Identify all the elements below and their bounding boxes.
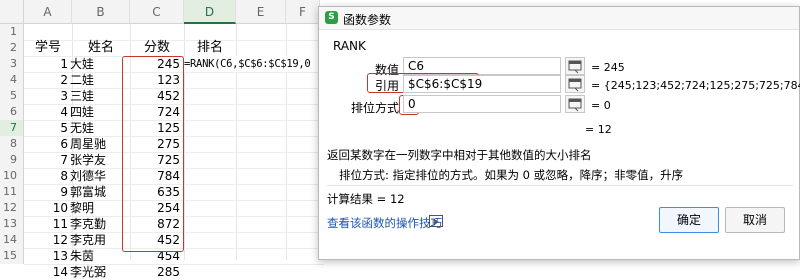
column-header-f[interactable]: F bbox=[286, 0, 320, 24]
table-cell-name[interactable]: 二娃 bbox=[70, 72, 128, 88]
arg-label-order: 排位方式 bbox=[351, 101, 400, 115]
row-header[interactable]: 7 bbox=[0, 120, 24, 136]
row-header[interactable]: 8 bbox=[0, 136, 24, 152]
table-cell-name[interactable]: 黎明 bbox=[70, 200, 128, 216]
column-header-a[interactable]: A bbox=[24, 0, 72, 24]
dialog-titlebar[interactable]: S 函数参数 bbox=[319, 7, 799, 30]
row-header[interactable]: 10 bbox=[0, 168, 24, 184]
table-cell-no[interactable]: 6 bbox=[24, 136, 68, 152]
column-header-b[interactable]: B bbox=[72, 0, 130, 24]
ok-button[interactable]: 确定 bbox=[659, 207, 719, 233]
table-cell-no[interactable]: 11 bbox=[24, 216, 68, 232]
row-header[interactable]: 1 bbox=[0, 24, 24, 40]
table-cell-name[interactable]: 无娃 bbox=[70, 120, 128, 136]
header-name[interactable]: 姓名 bbox=[72, 40, 130, 56]
row-header[interactable]: 3 bbox=[0, 56, 24, 72]
arg-result-number: = 245 bbox=[591, 61, 625, 74]
table-cell-no[interactable]: 2 bbox=[24, 72, 68, 88]
collapse-dialog-icon bbox=[568, 60, 582, 74]
arg-input-ref[interactable]: $C$6:$C$19 bbox=[403, 75, 561, 93]
arg-label-ref: 引用 bbox=[375, 79, 400, 93]
table-cell-name[interactable]: 大娃 bbox=[70, 56, 128, 72]
overall-result: = 12 bbox=[585, 123, 612, 136]
table-cell-no[interactable]: 3 bbox=[24, 88, 68, 104]
table-cell-name[interactable]: 刘德华 bbox=[70, 168, 128, 184]
row-header[interactable]: 14 bbox=[0, 232, 24, 248]
row-header[interactable]: 2 bbox=[0, 40, 24, 56]
row-header[interactable]: 4 bbox=[0, 72, 24, 88]
table-cell-name[interactable]: 李光弼 bbox=[70, 264, 128, 280]
table-cell-no[interactable]: 1 bbox=[24, 56, 68, 72]
table-cell-name[interactable]: 李克用 bbox=[70, 232, 128, 248]
table-cell-no[interactable]: 10 bbox=[24, 200, 68, 216]
cancel-button[interactable]: 取消 bbox=[725, 207, 785, 233]
app-logo-icon: S bbox=[325, 11, 338, 24]
function-name: RANK bbox=[333, 39, 366, 53]
table-cell-no[interactable]: 9 bbox=[24, 184, 68, 200]
video-play-icon[interactable] bbox=[429, 215, 443, 227]
rank-formula-cell[interactable]: =RANK(C6,$C$6:$C$19,0 bbox=[184, 56, 324, 72]
select-all-corner[interactable] bbox=[0, 0, 24, 24]
arg-input-order[interactable]: 0 bbox=[403, 95, 561, 113]
arg-result-ref: = {245;123;452;724;125;275;725;784;635..… bbox=[591, 79, 800, 92]
function-description: 返回某数字在一列数字中相对于其他数值的大小排名 bbox=[327, 148, 592, 162]
table-cell-name[interactable]: 周星驰 bbox=[70, 136, 128, 152]
row-header[interactable]: 6 bbox=[0, 104, 24, 120]
collapse-ref-button-order[interactable] bbox=[565, 95, 585, 113]
header-score[interactable]: 分数 bbox=[130, 40, 184, 56]
table-cell-name[interactable]: 朱茵 bbox=[70, 248, 128, 264]
score-range-highlight bbox=[122, 56, 184, 252]
divider bbox=[327, 185, 793, 186]
function-arguments-dialog: S 函数参数 RANK 数值 C6 = 245 引用 $C$6:$C$19 = … bbox=[318, 6, 800, 260]
table-cell-no[interactable]: 7 bbox=[24, 152, 68, 168]
row-header[interactable]: 5 bbox=[0, 88, 24, 104]
table-cell-name[interactable]: 三娃 bbox=[70, 88, 128, 104]
row-header[interactable]: 12 bbox=[0, 200, 24, 216]
argument-description: 排位方式: 指定排位的方式。如果为 0 或忽略，降序；非零值，升序 bbox=[339, 168, 684, 182]
header-student-no[interactable]: 学号 bbox=[24, 40, 72, 56]
table-cell-name[interactable]: 张学友 bbox=[70, 152, 128, 168]
row-header[interactable]: 11 bbox=[0, 184, 24, 200]
collapse-ref-button-number[interactable] bbox=[565, 57, 585, 75]
table-cell-no[interactable]: 12 bbox=[24, 232, 68, 248]
table-cell-score[interactable]: 285 bbox=[130, 264, 180, 280]
row-header[interactable]: 15 bbox=[0, 248, 24, 264]
collapse-dialog-icon bbox=[568, 78, 582, 92]
arg-result-order: = 0 bbox=[591, 99, 611, 112]
table-cell-name[interactable]: 郭富城 bbox=[70, 184, 128, 200]
column-header-d[interactable]: D bbox=[184, 0, 236, 24]
dialog-title: 函数参数 bbox=[343, 13, 392, 27]
column-header-c[interactable]: C bbox=[130, 0, 184, 24]
table-cell-no[interactable]: 8 bbox=[24, 168, 68, 184]
collapse-dialog-icon bbox=[568, 98, 582, 112]
table-cell-name[interactable]: 四娃 bbox=[70, 104, 128, 120]
row-header[interactable]: 13 bbox=[0, 216, 24, 232]
table-cell-no[interactable]: 5 bbox=[24, 120, 68, 136]
row-header[interactable]: 9 bbox=[0, 152, 24, 168]
table-cell-no[interactable]: 4 bbox=[24, 104, 68, 120]
collapse-ref-button-ref[interactable] bbox=[565, 75, 585, 93]
function-help-link[interactable]: 查看该函数的操作技巧 bbox=[327, 215, 442, 231]
calc-result: 计算结果 = 12 bbox=[327, 192, 405, 206]
table-cell-no[interactable]: 13 bbox=[24, 248, 68, 264]
table-cell-no[interactable]: 14 bbox=[24, 264, 68, 280]
table-cell-name[interactable]: 李克勤 bbox=[70, 216, 128, 232]
column-header-e[interactable]: E bbox=[236, 0, 286, 24]
